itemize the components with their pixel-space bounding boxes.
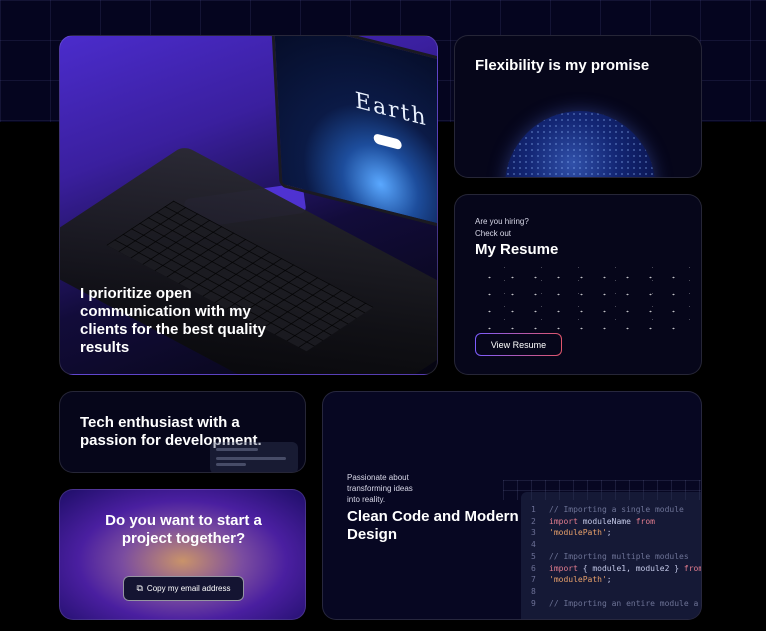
copy-email-button[interactable]: ⧉ Copy my email address [123,576,244,601]
starfield [475,265,695,330]
flexibility-card: Flexibility is my promise [454,35,702,178]
laptop-screen-button [373,132,402,151]
resume-card: Are you hiring? Check out My Resume View… [454,194,702,375]
view-resume-button[interactable]: View Resume [475,333,562,356]
code-token: // Importing a single module [549,505,684,514]
copy-icon: ⧉ [136,583,143,593]
laptop-screen-title: Earth [354,88,429,132]
code-line: 5 // Importing multiple modules [531,551,701,563]
globe-dots [505,111,655,177]
code-line-number: 3 [531,528,536,538]
tech-card: Tech enthusiast with a passion for devel… [59,391,306,473]
code-token: ; [606,575,612,585]
code-line-number: 4 [531,540,536,550]
globe-graphic [505,111,655,177]
code-line-number: 9 [531,598,536,608]
resume-hiring-text: Are you hiring? [475,217,529,226]
tech-decoration-bar [216,463,246,466]
code-line: 9 // Importing an entire module a [531,598,701,610]
code-token: // Importing an entire module a [549,598,699,608]
resume-checkout-text: Check out [475,229,512,238]
code-line-number: 2 [531,516,536,526]
code-subtext-line: transforming ideas [347,484,413,493]
clean-code-card: Passionate about transforming ideas into… [322,391,702,620]
code-token: import [549,563,578,573]
code-token: import [549,516,578,526]
laptop-screen-nav: ● ● ● [284,36,296,37]
code-line: 3 'modulePath'; [531,527,701,539]
code-token: moduleName [577,516,636,526]
code-line: 4 [531,539,701,551]
code-line: 1 // Importing a single module [531,504,701,516]
copy-email-label: Copy my email address [146,584,231,593]
tech-decoration [210,442,298,472]
code-line-number: 5 [531,551,536,561]
code-line: 2 import moduleName from [531,516,701,528]
code-line-number: 1 [531,505,536,514]
tech-decoration-bar [216,448,258,451]
code-token: { module1, module2 } [577,563,684,573]
code-token: // Importing multiple modules [549,551,689,561]
code-line-number: 7 [531,575,536,585]
code-token: 'modulePath' [549,575,607,585]
code-token: from [635,516,655,526]
code-line-number: 8 [531,586,536,596]
code-line-number: 6 [531,563,536,573]
code-token: ; [606,528,612,538]
code-token: from [683,563,702,573]
clean-code-heading: Clean Code and Modern Design [347,508,519,543]
project-card: Do you want to start a project together?… [59,489,306,620]
hero-heading: I prioritize open communication with my … [80,285,266,356]
flexibility-heading: Flexibility is my promise [475,57,650,74]
code-line: 7 'modulePath'; [531,574,701,586]
code-snippet-panel: 1 // Importing a single module 2 import mod… [521,492,702,619]
tech-decoration-bar [216,457,286,460]
project-heading: Do you want to start a project together? [105,512,262,547]
code-line: 6 import { module1, module2 } from [531,563,702,575]
hero-card: ● ● ● Earth I prioritize open communicat… [59,35,438,375]
code-token: 'modulePath' [549,528,607,538]
code-subtext-line: into reality. [347,495,386,504]
code-line: 8 [531,586,701,598]
code-subtext-line: Passionate about [347,473,409,482]
resume-heading: My Resume [475,241,559,258]
